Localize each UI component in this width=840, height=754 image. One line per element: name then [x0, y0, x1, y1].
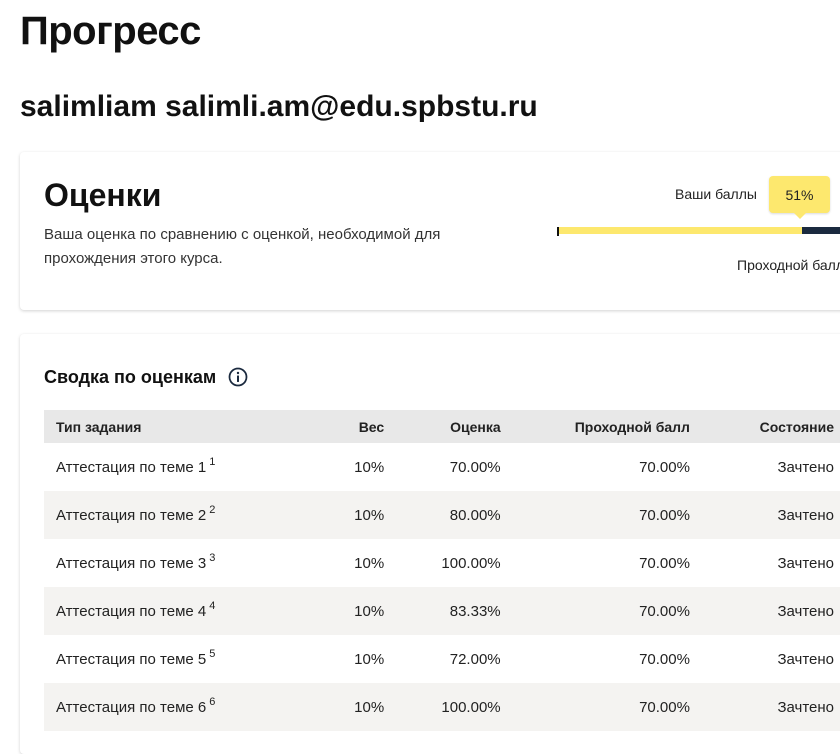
weight-cell: 10% — [354, 458, 385, 476]
footnote-marker[interactable]: 5 — [209, 648, 215, 660]
page-title: Прогресс — [20, 9, 201, 53]
assignment-type-cell: Аттестация по теме 44 — [44, 587, 350, 635]
table-row: Аттестация по теме 22 10% 80.00% 70.00% … — [44, 491, 840, 539]
column-header-state: Состояние — [689, 410, 840, 443]
your-score-tooltip[interactable]: 51% — [769, 176, 830, 219]
footnote-marker[interactable]: 4 — [209, 600, 215, 612]
passing-cell: 70.00% — [639, 554, 690, 572]
table-row: Аттестация по теме 55 10% 72.00% 70.00% … — [44, 635, 840, 683]
column-header-weight: Вес — [349, 410, 385, 443]
passing-score-label: Проходной балл — [737, 257, 840, 273]
state-cell: Зачтено — [689, 491, 840, 539]
grade-cell: 100.00% — [441, 554, 501, 572]
user-identity: salimliam salimli.am@edu.spbstu.ru — [20, 90, 538, 123]
grade-progress-bar — [557, 227, 840, 234]
grade-cell: 83.33% — [384, 587, 501, 635]
table-row: Аттестация по теме 44 10% 83.33% 70.00% … — [44, 587, 840, 635]
grades-description: Ваша оценка по сравнению с оценкой, необ… — [44, 226, 441, 267]
passing-cell: 70.00% — [500, 491, 690, 539]
state-cell: Зачтено — [777, 650, 834, 668]
passing-cell: 70.00% — [639, 458, 690, 476]
info-circle-icon[interactable] — [228, 367, 248, 387]
grade-cell: 72.00% — [449, 650, 501, 668]
weight-cell: 10% — [354, 650, 385, 668]
weight-cell: 10% — [349, 683, 385, 731]
state-cell: Зачтено — [689, 587, 840, 635]
grades-title: Оценки — [44, 177, 162, 213]
column-header-type: Тип задания — [44, 410, 350, 443]
grade-progress-fill — [557, 227, 802, 234]
state-cell: Зачтено — [777, 458, 834, 476]
weight-cell: 10% — [349, 491, 385, 539]
assignment-type-cell: Аттестация по теме 55 — [56, 647, 216, 668]
grade-summary-table: Тип задания Вес Оценка Проходной балл Со… — [44, 410, 840, 731]
assignment-type-cell: Аттестация по теме 22 — [44, 491, 350, 539]
progress-start-tick — [557, 227, 559, 236]
grade-cell: 70.00% — [449, 458, 501, 476]
table-row: Аттестация по теме 66 10% 100.00% 70.00%… — [44, 683, 840, 731]
column-header-grade: Оценка — [384, 410, 501, 443]
your-score-value: 51% — [785, 186, 814, 203]
table-row: Аттестация по теме 33 10% 100.00% 70.00%… — [44, 539, 840, 587]
footnote-marker[interactable]: 2 — [209, 504, 215, 516]
footnote-marker[interactable]: 3 — [209, 552, 215, 564]
weight-cell: 10% — [349, 587, 385, 635]
table-row: Аттестация по теме 11 10% 70.00% 70.00% … — [44, 443, 840, 491]
passing-cell: 70.00% — [639, 650, 690, 668]
your-score-label: Ваши баллы — [675, 186, 757, 202]
state-cell: Зачтено — [777, 554, 834, 572]
grade-summary-card: Сводка по оценкам Тип задания Вес Оценка… — [20, 334, 840, 754]
grades-card: Оценки Ваша оценка по сравнению с оценко… — [20, 152, 840, 310]
grade-summary-heading: Сводка по оценкам — [44, 366, 248, 388]
grade-cell: 100.00% — [384, 683, 501, 731]
assignment-type-cell: Аттестация по теме 11 — [56, 455, 216, 476]
table-header-row: Тип задания Вес Оценка Проходной балл Со… — [44, 410, 840, 443]
state-cell: Зачтено — [689, 683, 840, 731]
passing-cell: 70.00% — [500, 587, 690, 635]
column-header-passing: Проходной балл — [500, 410, 690, 443]
grade-summary-title: Сводка по оценкам — [44, 367, 217, 387]
passing-cell: 70.00% — [500, 683, 690, 731]
grade-cell: 80.00% — [384, 491, 501, 539]
weight-cell: 10% — [354, 554, 385, 572]
footnote-marker[interactable]: 1 — [209, 456, 215, 468]
assignment-type-cell: Аттестация по теме 66 — [44, 683, 350, 731]
footnote-marker[interactable]: 6 — [209, 696, 215, 708]
assignment-type-cell: Аттестация по теме 33 — [56, 551, 216, 572]
